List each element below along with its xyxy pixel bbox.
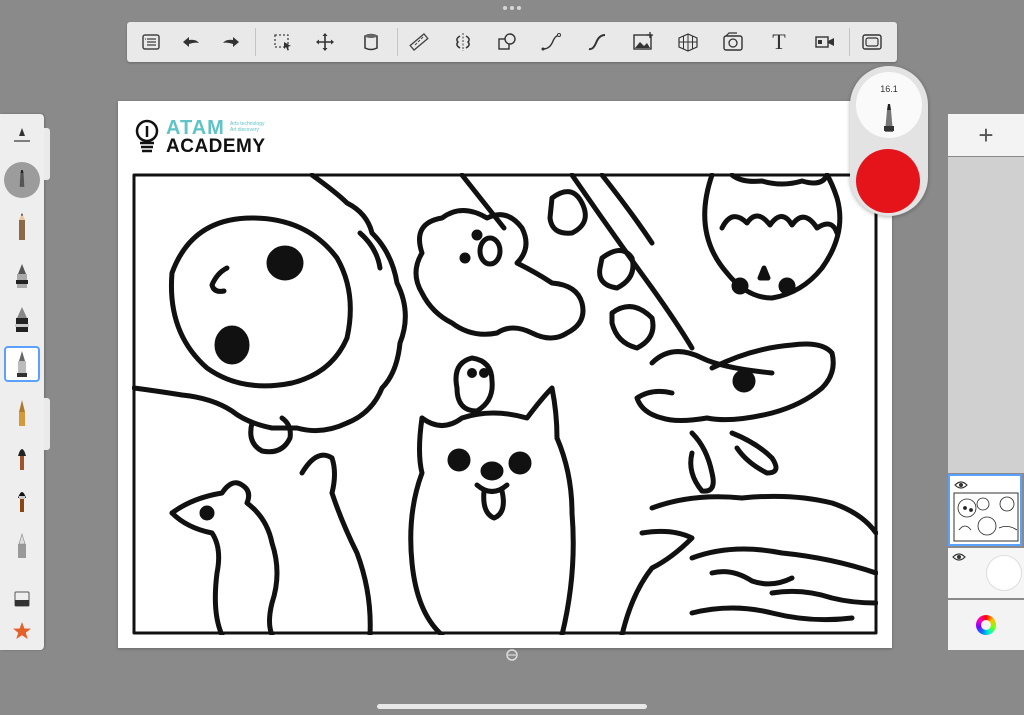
logo-text-academy: ACADEMY: [166, 136, 266, 157]
brush-preview-icon: [884, 104, 894, 132]
shapes-icon[interactable]: [493, 28, 521, 56]
fill-icon[interactable]: [357, 28, 385, 56]
selection-icon[interactable]: [269, 28, 297, 56]
drawing-frame: [132, 173, 878, 635]
brush-size-value: 16.1: [880, 84, 898, 94]
ballpoint-pen-icon[interactable]: [4, 258, 40, 292]
image-icon[interactable]: [629, 28, 657, 56]
palette-drag-handle[interactable]: [44, 128, 50, 180]
airbrush-icon[interactable]: [4, 528, 40, 562]
technical-pen-icon[interactable]: [4, 346, 40, 382]
color-panel: [948, 600, 1024, 650]
text-icon[interactable]: T: [765, 28, 793, 56]
multitask-dots[interactable]: [503, 6, 521, 12]
fullscreen-icon[interactable]: [858, 28, 886, 56]
curve-icon[interactable]: [537, 28, 565, 56]
dog-drawing: [408, 385, 576, 635]
list-icon[interactable]: [137, 28, 165, 56]
palette-drag-handle[interactable]: [44, 398, 50, 450]
giraffe-drawing: [547, 173, 775, 376]
time-lapse-icon[interactable]: [719, 28, 747, 56]
fountain-pen-icon[interactable]: [4, 396, 40, 430]
logo-tagline: Art discovery: [230, 127, 259, 133]
transform-icon[interactable]: [311, 28, 339, 56]
brush-size-control[interactable]: 16.1: [856, 72, 922, 138]
eye-icon[interactable]: [952, 552, 966, 562]
layer-panel-header: +: [948, 114, 1024, 156]
tiger-drawing: [702, 173, 843, 301]
line-art-drawing: [132, 173, 878, 635]
toolbar-divider: [849, 28, 850, 56]
background-layer-swatch[interactable]: [986, 555, 1022, 591]
symmetry-icon[interactable]: [449, 28, 477, 56]
brush-icon[interactable]: [4, 440, 40, 474]
brush-size-slider-icon[interactable]: [4, 120, 40, 150]
toolbar-divider: [397, 28, 398, 56]
hippo-drawing: [619, 493, 878, 635]
video-icon[interactable]: [811, 28, 839, 56]
stroke-icon[interactable]: [583, 28, 611, 56]
atam-academy-logo: ATAM Arts technology Art discovery ACADE…: [134, 117, 274, 157]
layer-preview-thumbnail: [953, 492, 1019, 542]
favorites-star-icon[interactable]: [4, 614, 40, 648]
pencil-icon[interactable]: [4, 210, 40, 244]
layer-thumbnail-drawing[interactable]: [948, 474, 1022, 546]
redo-icon[interactable]: [217, 28, 245, 56]
eraser-icon[interactable]: [4, 580, 40, 614]
layer-thumbnail-blank[interactable]: [948, 548, 1024, 598]
home-indicator[interactable]: [377, 704, 647, 709]
ruler-icon[interactable]: [405, 28, 433, 56]
lion-drawing: [132, 173, 408, 455]
add-layer-button[interactable]: +: [948, 114, 1024, 156]
undo-icon[interactable]: [177, 28, 205, 56]
squirrel-drawing: [169, 452, 373, 635]
drawing-canvas[interactable]: ATAM Arts technology Art discovery ACADE…: [118, 101, 892, 648]
canvas-rotate-handle-icon[interactable]: [505, 648, 519, 662]
marker-icon[interactable]: [4, 302, 40, 336]
layer-panel-empty-area: [948, 157, 1024, 473]
bird-drawing: [453, 355, 495, 414]
koala-drawing: [413, 173, 586, 341]
toolbar-divider: [255, 28, 256, 56]
top-toolbar: T: [127, 22, 897, 62]
perspective-icon[interactable]: [674, 28, 702, 56]
lightbulb-logo-icon: [135, 119, 159, 153]
color-wheel-icon[interactable]: [976, 615, 996, 635]
brush-palette: [0, 114, 44, 650]
brush-color-swatch[interactable]: [856, 149, 920, 213]
brush-puck[interactable]: 16.1: [850, 66, 928, 216]
paint-brush-icon[interactable]: [4, 482, 40, 516]
eye-icon[interactable]: [954, 480, 968, 490]
brush-opacity-puck[interactable]: [4, 162, 40, 198]
